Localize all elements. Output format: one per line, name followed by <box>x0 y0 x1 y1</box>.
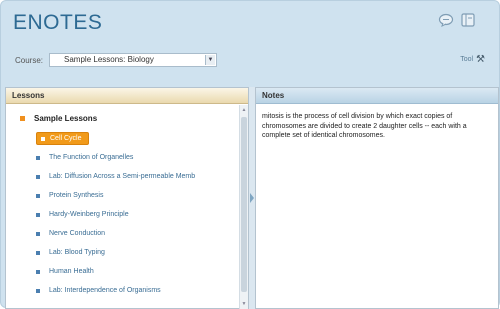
lesson-label: The Function of Organelles <box>49 154 134 161</box>
lesson-item[interactable]: The Function of Organelles <box>36 148 236 167</box>
notes-panel-header: Notes <box>256 88 498 104</box>
expand-arrow-icon[interactable] <box>250 193 254 203</box>
lesson-item[interactable]: Hardy-Weinberg Principle <box>36 205 236 224</box>
bullet-icon <box>36 269 40 274</box>
bullet-icon <box>36 174 40 179</box>
lesson-label: Lab: Blood Typing <box>49 249 105 256</box>
tool-area[interactable]: Tool ⚒ <box>460 54 485 65</box>
bullet-icon <box>36 250 40 255</box>
scroll-down-icon[interactable]: ▼ <box>241 300 247 308</box>
lesson-label: Human Health <box>49 268 94 275</box>
lesson-list: Cell Cycle The Function of Organelles La… <box>36 129 236 300</box>
bullet-icon <box>41 136 45 141</box>
course-select-value: Sample Lessons: Biology <box>64 55 154 64</box>
bullet-icon <box>36 212 40 217</box>
lesson-item[interactable]: Lab: Blood Typing <box>36 243 236 262</box>
enotes-window: ENOTES Course: Sample Lessons: Biology ▼… <box>0 0 500 309</box>
scroll-up-icon[interactable]: ▲ <box>241 106 247 114</box>
lessons-tree-root[interactable]: Sample Lessons <box>20 114 97 123</box>
notes-text[interactable]: mitosis is the process of cell division … <box>262 112 488 141</box>
lessons-scrollbar[interactable]: ▲ ▼ <box>239 105 248 309</box>
lesson-item[interactable]: Nerve Conduction <box>36 224 236 243</box>
lesson-label: Hardy-Weinberg Principle <box>49 211 129 218</box>
lesson-label: Nerve Conduction <box>49 230 106 237</box>
lesson-item[interactable]: Lab: Interdependence of Organisms <box>36 281 236 300</box>
lesson-label: Lab: Diffusion Across a Semi-permeable M… <box>49 173 196 180</box>
lesson-label: Protein Synthesis <box>49 192 104 199</box>
tool-label: Tool <box>460 56 474 63</box>
chevron-down-icon[interactable]: ▼ <box>205 55 216 65</box>
lesson-item[interactable]: Lab: Diffusion Across a Semi-permeable M… <box>36 167 236 186</box>
scrollbar-thumb[interactable] <box>241 117 247 292</box>
bullet-icon <box>36 288 40 293</box>
course-label: Course: <box>15 55 44 65</box>
bullet-icon <box>36 231 40 236</box>
selected-lesson-highlight: Cell Cycle <box>36 132 89 145</box>
bullet-icon <box>36 155 40 160</box>
bullet-icon <box>36 193 40 198</box>
course-selector-row: Course: Sample Lessons: Biology ▼ <box>15 52 218 68</box>
lesson-item-cell-cycle[interactable]: Cell Cycle <box>36 129 236 148</box>
app-title: ENOTES <box>13 11 103 34</box>
lessons-panel: Lessons Sample Lessons Cell Cycle The Fu… <box>5 87 249 309</box>
course-select[interactable]: Sample Lessons: Biology ▼ <box>49 53 218 67</box>
lesson-label: Lab: Interdependence of Organisms <box>49 287 161 294</box>
lessons-tree-root-label: Sample Lessons <box>34 114 98 123</box>
tools-icon[interactable]: ⚒ <box>476 54 485 65</box>
lessons-panel-header: Lessons <box>6 88 248 104</box>
book-icon[interactable] <box>459 11 477 29</box>
lesson-item[interactable]: Protein Synthesis <box>36 186 236 205</box>
bullet-icon <box>20 116 25 121</box>
chat-bubble-icon[interactable] <box>437 11 455 29</box>
notes-panel: Notes mitosis is the process of cell div… <box>255 87 499 309</box>
lesson-label: Cell Cycle <box>50 135 82 142</box>
lesson-item[interactable]: Human Health <box>36 262 236 281</box>
